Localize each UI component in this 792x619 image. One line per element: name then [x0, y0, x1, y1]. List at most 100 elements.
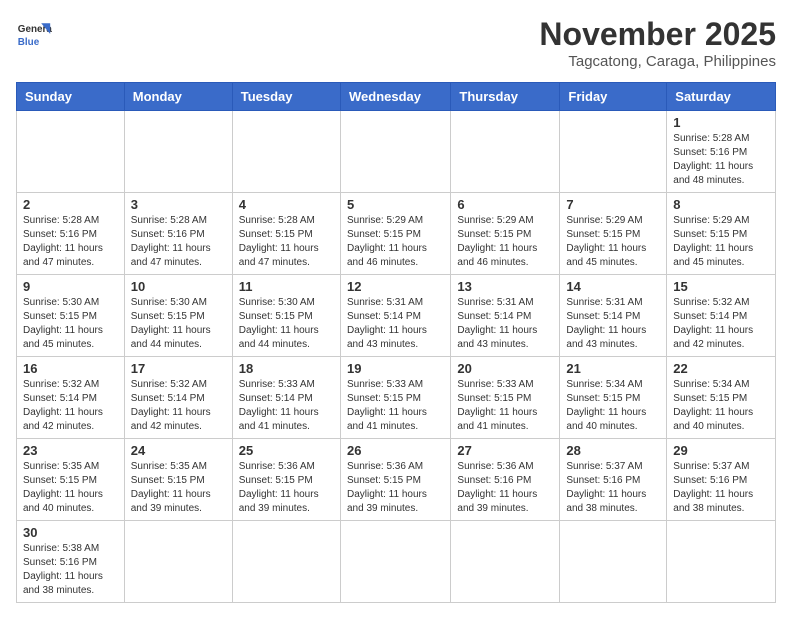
- day-number: 10: [131, 279, 226, 294]
- calendar-cell: 2Sunrise: 5:28 AM Sunset: 5:16 PM Daylig…: [17, 193, 125, 275]
- day-info: Sunrise: 5:32 AM Sunset: 5:14 PM Dayligh…: [131, 378, 226, 434]
- calendar-week-row: 2 Sunrise: 5:28 AM Sunset: 5:16 PM Daylig…: [17, 193, 776, 275]
- day-number: 2: [23, 197, 118, 212]
- calendar-cell: [232, 111, 340, 193]
- day-info: Sunrise: 5:30 AM Sunset: 5:15 PM Dayligh…: [23, 296, 118, 352]
- calendar-cell: 8 Sunrise: 5:29 AM Sunset: 5:15 PM Daylig…: [667, 193, 776, 275]
- calendar-week-row: 9 Sunrise: 5:30 AM Sunset: 5:15 PM Daylig…: [17, 275, 776, 357]
- calendar-cell: 3 Sunrise: 5:28 AM Sunset: 5:16 PM Daylig…: [124, 193, 232, 275]
- calendar-cell: 30Sunrise: 5:38 AM Sunset: 5:16 PM Dayli…: [17, 521, 125, 603]
- calendar-cell: 23Sunrise: 5:35 AM Sunset: 5:15 PM Dayli…: [17, 439, 125, 521]
- calendar-cell: 10 Sunrise: 5:30 AM Sunset: 5:15 PM Dayli…: [124, 275, 232, 357]
- location: Tagcatong, Caraga, Philippines: [539, 53, 776, 70]
- calendar-cell: 13Sunrise: 5:31 AM Sunset: 5:14 PM Dayli…: [451, 275, 560, 357]
- day-info: Sunrise: 5:37 AM Sunset: 5:16 PM Dayligh…: [566, 460, 660, 516]
- calendar-cell: [232, 521, 340, 603]
- col-header-sunday: Sunday: [17, 83, 125, 111]
- day-number: 13: [457, 279, 553, 294]
- day-number: 29: [673, 443, 769, 458]
- col-header-wednesday: Wednesday: [340, 83, 450, 111]
- day-info: Sunrise: 5:28 AM Sunset: 5:16 PM Dayligh…: [673, 132, 769, 188]
- day-info: Sunrise: 5:38 AM Sunset: 5:16 PM Dayligh…: [23, 542, 118, 598]
- calendar-cell: 26Sunrise: 5:36 AM Sunset: 5:15 PM Dayli…: [340, 439, 450, 521]
- day-number: 3: [131, 197, 226, 212]
- calendar-cell: 17 Sunrise: 5:32 AM Sunset: 5:14 PM Dayli…: [124, 357, 232, 439]
- col-header-monday: Monday: [124, 83, 232, 111]
- day-number: 16: [23, 361, 118, 376]
- svg-text:Blue: Blue: [18, 37, 40, 48]
- col-header-saturday: Saturday: [667, 83, 776, 111]
- calendar-cell: 20Sunrise: 5:33 AM Sunset: 5:15 PM Dayli…: [451, 357, 560, 439]
- calendar-cell: [451, 521, 560, 603]
- month-title: November 2025: [539, 16, 776, 53]
- day-info: Sunrise: 5:34 AM Sunset: 5:15 PM Dayligh…: [566, 378, 660, 434]
- day-number: 8: [673, 197, 769, 212]
- calendar-cell: 24 Sunrise: 5:35 AM Sunset: 5:15 PM Dayli…: [124, 439, 232, 521]
- day-number: 15: [673, 279, 769, 294]
- day-number: 6: [457, 197, 553, 212]
- calendar-header-row: SundayMondayTuesdayWednesdayThursdayFrid…: [17, 83, 776, 111]
- calendar-cell: 27 Sunrise: 5:36 AM Sunset: 5:16 PM Dayli…: [451, 439, 560, 521]
- calendar-cell: 7Sunrise: 5:29 AM Sunset: 5:15 PM Daylig…: [560, 193, 667, 275]
- calendar-cell: [560, 521, 667, 603]
- calendar-cell: 16 Sunrise: 5:32 AM Sunset: 5:14 PM Dayli…: [17, 357, 125, 439]
- calendar-cell: 25Sunrise: 5:36 AM Sunset: 5:15 PM Dayli…: [232, 439, 340, 521]
- calendar-week-row: 1Sunrise: 5:28 AM Sunset: 5:16 PM Daylig…: [17, 111, 776, 193]
- calendar-cell: 5Sunrise: 5:29 AM Sunset: 5:15 PM Daylig…: [340, 193, 450, 275]
- day-number: 19: [347, 361, 444, 376]
- day-number: 27: [457, 443, 553, 458]
- calendar-cell: 29Sunrise: 5:37 AM Sunset: 5:16 PM Dayli…: [667, 439, 776, 521]
- calendar-cell: [451, 111, 560, 193]
- day-number: 5: [347, 197, 444, 212]
- day-number: 21: [566, 361, 660, 376]
- calendar-cell: 11 Sunrise: 5:30 AM Sunset: 5:15 PM Dayli…: [232, 275, 340, 357]
- day-info: Sunrise: 5:28 AM Sunset: 5:15 PM Dayligh…: [239, 214, 334, 270]
- calendar-cell: 28Sunrise: 5:37 AM Sunset: 5:16 PM Dayli…: [560, 439, 667, 521]
- day-number: 25: [239, 443, 334, 458]
- day-number: 24: [131, 443, 226, 458]
- day-number: 26: [347, 443, 444, 458]
- calendar-cell: 1Sunrise: 5:28 AM Sunset: 5:16 PM Daylig…: [667, 111, 776, 193]
- calendar-cell: [340, 111, 450, 193]
- day-info: Sunrise: 5:32 AM Sunset: 5:14 PM Dayligh…: [23, 378, 118, 434]
- logo-icon: General Blue: [16, 16, 52, 52]
- day-info: Sunrise: 5:32 AM Sunset: 5:14 PM Dayligh…: [673, 296, 769, 352]
- col-header-friday: Friday: [560, 83, 667, 111]
- day-number: 20: [457, 361, 553, 376]
- day-info: Sunrise: 5:30 AM Sunset: 5:15 PM Dayligh…: [239, 296, 334, 352]
- calendar-cell: 12Sunrise: 5:31 AM Sunset: 5:14 PM Dayli…: [340, 275, 450, 357]
- calendar-cell: 19Sunrise: 5:33 AM Sunset: 5:15 PM Dayli…: [340, 357, 450, 439]
- calendar-cell: [124, 111, 232, 193]
- day-info: Sunrise: 5:30 AM Sunset: 5:15 PM Dayligh…: [131, 296, 226, 352]
- calendar-cell: [124, 521, 232, 603]
- calendar-cell: 15 Sunrise: 5:32 AM Sunset: 5:14 PM Dayli…: [667, 275, 776, 357]
- day-info: Sunrise: 5:29 AM Sunset: 5:15 PM Dayligh…: [673, 214, 769, 270]
- title-area: November 2025 Tagcatong, Caraga, Philipp…: [539, 16, 776, 70]
- day-number: 7: [566, 197, 660, 212]
- day-info: Sunrise: 5:29 AM Sunset: 5:15 PM Dayligh…: [457, 214, 553, 270]
- calendar-cell: 22Sunrise: 5:34 AM Sunset: 5:15 PM Dayli…: [667, 357, 776, 439]
- calendar-cell: [667, 521, 776, 603]
- day-info: Sunrise: 5:35 AM Sunset: 5:15 PM Dayligh…: [131, 460, 226, 516]
- day-number: 14: [566, 279, 660, 294]
- day-number: 17: [131, 361, 226, 376]
- day-number: 22: [673, 361, 769, 376]
- calendar-cell: 9 Sunrise: 5:30 AM Sunset: 5:15 PM Daylig…: [17, 275, 125, 357]
- calendar-table: SundayMondayTuesdayWednesdayThursdayFrid…: [16, 82, 776, 603]
- logo: General Blue: [16, 16, 52, 52]
- day-info: Sunrise: 5:31 AM Sunset: 5:14 PM Dayligh…: [566, 296, 660, 352]
- calendar-cell: [560, 111, 667, 193]
- day-info: Sunrise: 5:28 AM Sunset: 5:16 PM Dayligh…: [131, 214, 226, 270]
- calendar-cell: [340, 521, 450, 603]
- day-number: 18: [239, 361, 334, 376]
- calendar-cell: [17, 111, 125, 193]
- col-header-tuesday: Tuesday: [232, 83, 340, 111]
- page-header: General Blue November 2025 Tagcatong, Ca…: [16, 16, 776, 70]
- day-info: Sunrise: 5:33 AM Sunset: 5:14 PM Dayligh…: [239, 378, 334, 434]
- day-info: Sunrise: 5:31 AM Sunset: 5:14 PM Dayligh…: [347, 296, 444, 352]
- day-number: 4: [239, 197, 334, 212]
- day-number: 23: [23, 443, 118, 458]
- day-info: Sunrise: 5:36 AM Sunset: 5:16 PM Dayligh…: [457, 460, 553, 516]
- day-number: 11: [239, 279, 334, 294]
- day-number: 9: [23, 279, 118, 294]
